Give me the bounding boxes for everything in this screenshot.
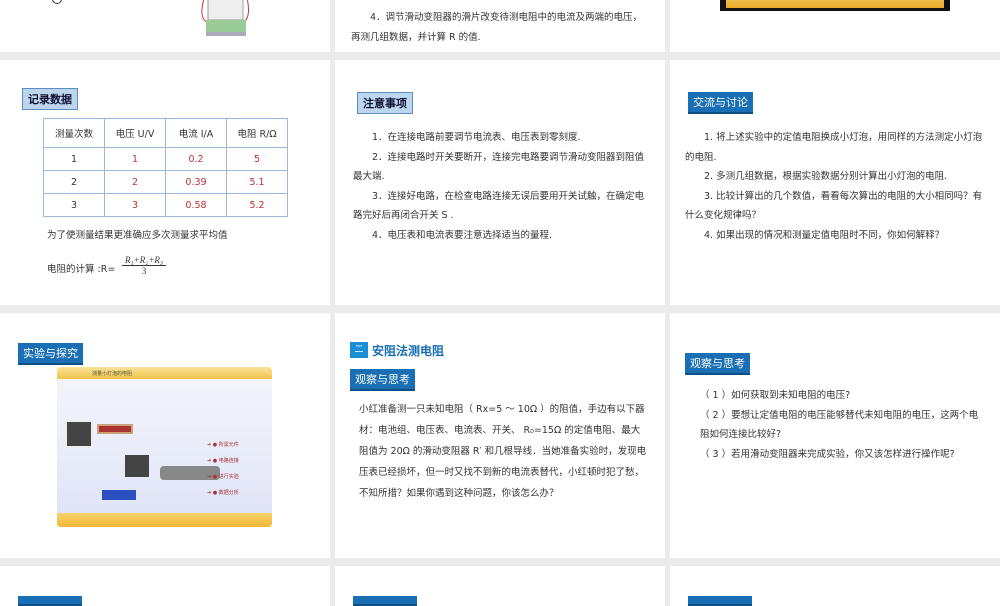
note-item: 1．在连接电路前要调节电流表、电压表到零刻度. (372, 132, 581, 143)
cell: 3 (43, 193, 105, 217)
battery-image (97, 424, 133, 434)
menu-label: 电路连接 (218, 458, 239, 464)
voltmeter-image (125, 455, 149, 477)
cell: 1 (104, 147, 166, 171)
table-row: 2 2 0.39 5.1 (43, 170, 288, 194)
slide-thumbnail-12[interactable] (670, 566, 1000, 606)
question-item: （ 2 ）要想让定值电阻的电压能够替代未知电阻的电压，这两个电阻如何连接比较好? (700, 409, 979, 441)
section-tag: 观察与思考 (350, 369, 415, 391)
cell: 1 (43, 147, 105, 171)
slide-thumbnail-8[interactable]: 二 安阻法测电阻 观察与思考 小红准备测一只未知电阻（ Rx=5 ～ 10Ω ）… (335, 313, 665, 558)
discussion-item: 4. 如果出现的情况和测量定值电阻时不同，你如何解释？ (704, 229, 945, 241)
cell: 5.1 (226, 170, 288, 194)
cell: 2 (43, 170, 105, 194)
cell: 5 (226, 147, 288, 171)
slide-thumbnail-2[interactable]: 4．调节滑动变阻器的滑片改变待测电阻中的电流及两端的电压，再测几组数据，并计算 … (335, 0, 665, 52)
note-text: 为了使测量结果更准确应多次测量求平均值 (47, 230, 228, 241)
note-item: 4．电压表和电流表要注意选择适当的量程. (372, 229, 553, 241)
slide-thumbnail-6[interactable]: 交流与讨论 1. 将上述实验中的定值电阻换成小灯泡，用同样的方法测定小灯泡的电阻… (670, 60, 1000, 305)
cell: 0.2 (165, 147, 227, 171)
section-number-icon: 二 (350, 342, 368, 358)
cell: 0.39 (165, 170, 227, 194)
section-tag: 注意事项 (357, 92, 413, 114)
circle-symbol-icon (52, 0, 62, 4)
voltmeter-image (201, 0, 249, 36)
section-tag: 交流与讨论 (688, 92, 753, 114)
discussion-item: 1. 将上述实验中的定值电阻换成小灯泡，用同样的方法测定小灯泡的电阻. (685, 132, 983, 163)
formula-label: 电阻的计算 :R= (47, 264, 116, 275)
bulb-image (102, 490, 136, 500)
slide-thumbnail-5[interactable]: 注意事项 1．在连接电路前要调节电流表、电压表到零刻度. 2．连接电路时开关要断… (335, 60, 665, 305)
note-item: 3．连接好电路，在检查电路连接无误后要用开关试触，在确定电路完好后再闭合开关 S… (353, 190, 645, 222)
slide-thumbnail-3[interactable] (670, 0, 1000, 52)
table-header: 电阻 R/Ω (226, 118, 288, 148)
section-title: 安阻法测电阻 (372, 344, 445, 358)
table-header: 电压 U/V (104, 118, 166, 148)
ammeter-image (65, 420, 93, 448)
menu-item[interactable]: ➜ ● 所需元件 (207, 437, 239, 453)
formula-denominator: 3 (141, 266, 147, 276)
menu-label: 数据分析 (218, 490, 239, 496)
formula-numerator: R₁+R₂+R₃ (122, 255, 167, 266)
section-tag (18, 596, 82, 606)
image-title: 测量小灯泡的电阻 (57, 367, 272, 379)
slide-thumbnail-10[interactable] (0, 566, 330, 606)
section-tag: 观察与思考 (685, 353, 750, 375)
formula-fraction: R₁+R₂+R₃ 3 (122, 255, 167, 276)
note-item: 2．连接电路时开关要断开，连接完电路要调节滑动变阻器到阻值最大端. (353, 151, 645, 183)
slide-thumbnail-9[interactable]: 观察与思考 （ 1 ）如何获取到未知电阻的电压? （ 2 ）要想让定值电阻的电压… (670, 313, 1000, 558)
table-row: 3 3 0.58 5.2 (43, 193, 288, 217)
simulation-image (720, 0, 950, 11)
cell: 3 (104, 193, 166, 217)
menu-item[interactable]: ➜ ● 数据分析 (207, 485, 239, 501)
table-header: 测量次数 (43, 118, 105, 148)
slide-thumbnail-4[interactable]: 记录数据 测量次数 电压 U/V 电流 I/A 电阻 R/Ω 1 1 0.2 5 2 2 0.3… (0, 60, 330, 305)
problem-text: 小红准备测一只未知电阻（ Rx=5 ～ 10Ω ）的阻值，手边有以下器材：电池组… (359, 404, 647, 499)
table-header: 电流 I/A (165, 118, 227, 148)
data-table: 测量次数 电压 U/V 电流 I/A 电阻 R/Ω 1 1 0.2 5 2 2 0.39 5.1 … (43, 118, 288, 217)
slide-thumbnail-1[interactable] (0, 0, 330, 52)
question-item: （ 1 ）如何获取到未知电阻的电压? (700, 390, 851, 401)
slide-thumbnail-11[interactable] (335, 566, 665, 606)
discussion-item: 2. 多测几组数据，根据实验数据分别计算出小灯泡的电阻. (704, 171, 948, 182)
experiment-simulation-image: 测量小灯泡的电阻 ➜ ● 所需元件 ➜ ● 电路连接 ➜ ● 进行实验 ➜ ● … (57, 367, 272, 527)
discussion-item: 3. 比较计算出的几个数值，看看每次算出的电阻的大小相同吗？有什么变化规律吗？ (685, 190, 983, 222)
menu-label: 进行实验 (218, 474, 239, 480)
menu-item[interactable]: ➜ ● 电路连接 (207, 453, 239, 469)
section-tag: 实验与探究 (18, 343, 83, 365)
cell: 2 (104, 170, 166, 194)
table-row: 1 1 0.2 5 (43, 147, 288, 171)
section-tag (353, 596, 417, 606)
cell: 5.2 (226, 193, 288, 217)
question-item: （ 3 ）若用滑动变阻器来完成实验，你又该怎样进行操作呢? (700, 448, 955, 460)
slide-thumbnail-7[interactable]: 实验与探究 测量小灯泡的电阻 ➜ ● 所需元件 ➜ ● 电路连接 ➜ ● 进行实… (0, 313, 330, 558)
section-tag: 记录数据 (22, 88, 78, 110)
cell: 0.58 (165, 193, 227, 217)
step-4-text: 4．调节滑动变阻器的滑片改变待测电阻中的电流及两端的电压，再测几组数据，并计算 … (351, 12, 643, 43)
menu-label: 所需元件 (218, 442, 239, 448)
section-tag (688, 596, 752, 606)
menu-item[interactable]: ➜ ● 进行实验 (207, 469, 239, 485)
